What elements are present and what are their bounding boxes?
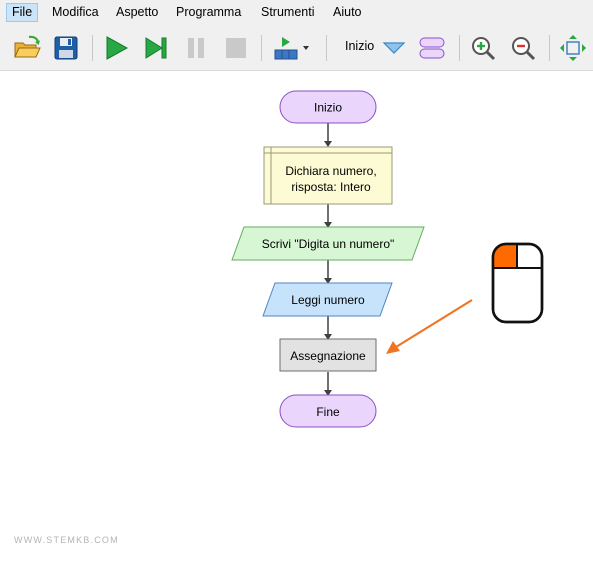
pause-icon[interactable] <box>181 33 211 63</box>
start-node-label: Inizio <box>314 101 342 115</box>
toolbar-separator <box>326 35 327 61</box>
mouse-left-click-icon <box>491 242 544 324</box>
declare-node-label-line2: risposta: Intero <box>291 180 371 194</box>
input-node-label: Leggi numero <box>291 293 365 307</box>
toolbar: Inizio <box>0 26 593 71</box>
toolbar-separator <box>459 35 460 61</box>
pointer-arrow <box>386 299 473 354</box>
menu-bar: File Modifica Aspetto Programma Strument… <box>0 0 593 26</box>
assign-node-label: Assegnazione <box>290 349 366 363</box>
menu-modifica[interactable]: Modifica <box>47 3 104 22</box>
save-icon[interactable] <box>51 33 81 63</box>
output-node-label: Scrivi "Digita un numero" <box>262 237 395 251</box>
toolbar-separator <box>92 35 93 61</box>
run-icon[interactable] <box>101 33 131 63</box>
open-folder-icon[interactable] <box>12 33 42 63</box>
toolbar-separator <box>549 35 550 61</box>
menu-strumenti[interactable]: Strumenti <box>256 3 320 22</box>
toolbar-separator <box>261 35 262 61</box>
fit-icon[interactable] <box>558 33 588 63</box>
menu-file[interactable]: File <box>6 3 39 22</box>
start-symbol-label[interactable]: Inizio <box>345 39 374 53</box>
dropdown-arrow-icon[interactable] <box>300 33 312 63</box>
step-icon[interactable] <box>141 33 171 63</box>
terminal-shape-icon[interactable] <box>417 33 447 63</box>
menu-programma[interactable]: Programma <box>171 3 246 22</box>
declare-node-label-line1: Dichiara numero, <box>285 164 376 178</box>
stop-icon[interactable] <box>221 33 251 63</box>
watermark: WWW.STEMKB.COM <box>14 535 119 545</box>
end-node-label: Fine <box>316 405 340 419</box>
zoom-out-icon[interactable] <box>508 33 538 63</box>
zoom-in-icon[interactable] <box>468 33 498 63</box>
menu-aiuto[interactable]: Aiuto <box>328 3 367 22</box>
flowchart: Inizio Dichiara numero, risposta: Intero… <box>231 90 544 428</box>
menu-aspetto[interactable]: Aspetto <box>111 3 163 22</box>
run-speed-icon[interactable] <box>271 33 301 63</box>
chevron-down-icon[interactable] <box>379 33 409 63</box>
flowchart-canvas[interactable]: Inizio Dichiara numero, risposta: Intero… <box>0 71 593 559</box>
